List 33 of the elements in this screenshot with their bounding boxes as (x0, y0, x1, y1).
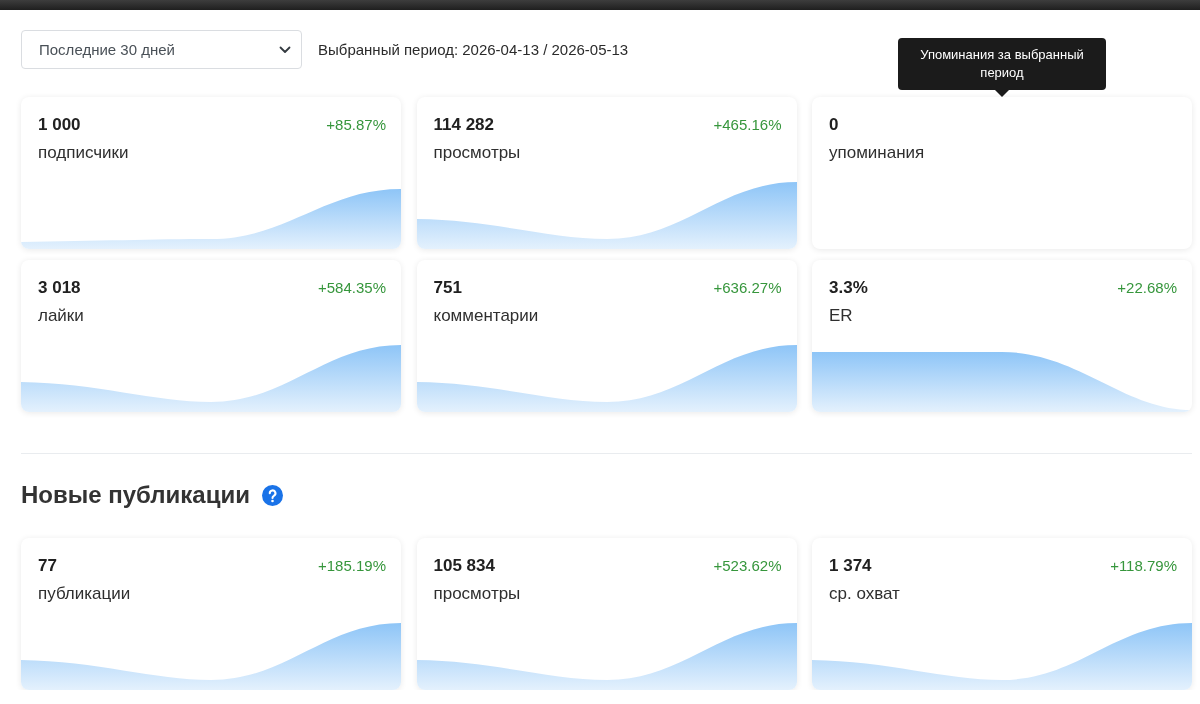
stat-value: 114 282 (433, 114, 494, 136)
period-select[interactable]: Последние 30 дней (21, 30, 302, 69)
tooltip: Упоминания за выбранный период (898, 38, 1106, 90)
stat-value: 1 000 (38, 114, 81, 136)
stat-label: подписчики (38, 142, 129, 164)
stat-value: 3.3% (829, 277, 868, 299)
change-percent: +523.62% (713, 556, 782, 576)
change-percent: +584.35% (318, 278, 386, 298)
period-text: Выбранный период: 2026-04-13 / 2026-05-13 (318, 41, 629, 58)
stat-value: 105 834 (433, 555, 495, 577)
change-percent: +85.87% (326, 115, 386, 135)
change-percent: +118.79% (1110, 556, 1177, 576)
stat-value: 1 374 (829, 555, 872, 577)
change-percent: +465.16% (713, 115, 782, 135)
stat-value: 751 (433, 277, 462, 299)
stat-value: 77 (38, 555, 57, 577)
stat-value: 0 (829, 114, 839, 136)
stat-label: ср. охват (829, 583, 900, 605)
stat-label: публикации (38, 583, 131, 605)
stat-label: ER (829, 305, 853, 327)
change-percent: +636.27% (713, 278, 782, 298)
change-percent: +185.19% (318, 556, 386, 576)
help-icon[interactable] (261, 484, 283, 506)
stat-label: комментарии (433, 305, 539, 327)
stat-label: упоминания (829, 142, 925, 164)
stat-value: 3 018 (38, 277, 81, 299)
section-heading: Новые публикации (21, 480, 250, 510)
stat-label: просмотры (433, 142, 521, 164)
tooltip-pointer-icon (995, 90, 1009, 97)
chevron-down-icon (279, 45, 291, 54)
stat-label: просмотры (433, 583, 521, 605)
change-percent: +22.68% (1117, 278, 1177, 298)
stat-label: лайки (38, 305, 84, 327)
